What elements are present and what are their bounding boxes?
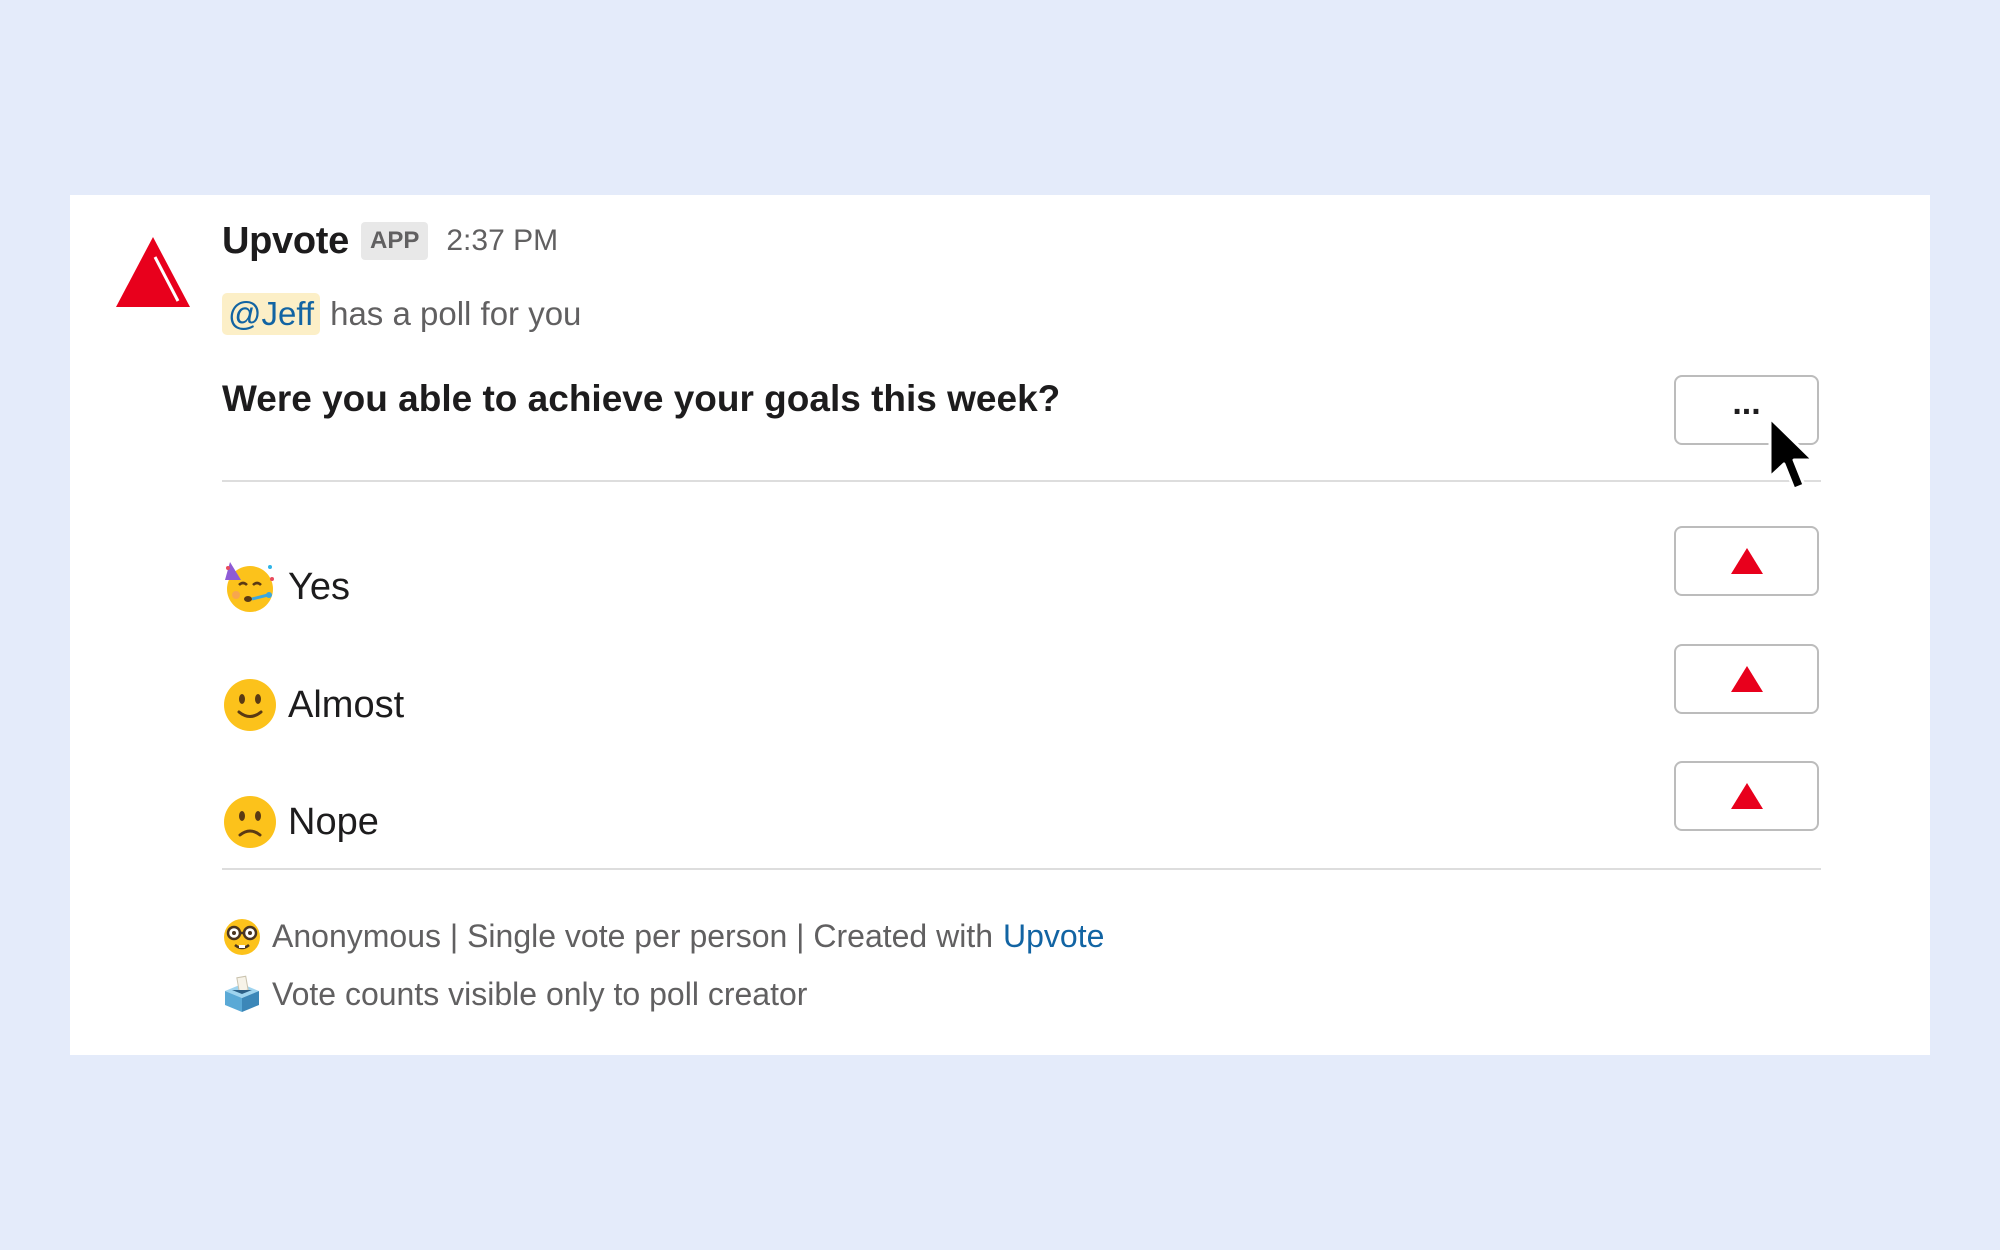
upvote-triangle-icon: [1730, 548, 1763, 574]
message-header: Upvote APP 2:37 PM: [222, 215, 558, 267]
user-mention[interactable]: @Jeff: [222, 293, 321, 335]
upvote-logo-icon[interactable]: [115, 235, 191, 311]
upvote-triangle-icon: [1730, 783, 1763, 809]
slightly-frowning-face-icon: [224, 796, 276, 848]
upvote-link[interactable]: Upvote: [1003, 918, 1104, 955]
poll-settings-line: Anonymous | Single vote per person | Cre…: [222, 914, 1104, 958]
timestamp[interactable]: 2:37 PM: [446, 224, 558, 258]
upvote-triangle-icon: [1730, 666, 1763, 692]
mouse-cursor-icon: [1768, 416, 1815, 491]
message-card: Upvote APP 2:37 PM @Jeff has a poll for …: [70, 195, 1930, 1055]
ellipsis-icon: ...: [1732, 384, 1761, 422]
app-name[interactable]: Upvote: [222, 220, 349, 263]
poll-settings-text: Anonymous | Single vote per person | Cre…: [272, 917, 994, 954]
poll-option-label: Yes: [288, 565, 350, 608]
divider-bottom: [222, 868, 1821, 870]
poll-option-almost: Almost: [222, 675, 404, 735]
poll-question: Were you able to achieve your goals this…: [222, 378, 1061, 419]
nerd-face-icon: [224, 919, 260, 955]
ballot-box-icon: [225, 975, 259, 1012]
poll-option-label: Almost: [288, 683, 405, 726]
partying-face-icon: [225, 562, 274, 612]
poll-option-label: Nope: [288, 800, 379, 843]
poll-option-nope: Nope: [222, 792, 379, 852]
divider-top: [222, 480, 1821, 482]
upvote-button-almost[interactable]: [1674, 644, 1819, 714]
visibility-line: Vote counts visible only to poll creator: [222, 972, 807, 1016]
intro-text: has a poll for you: [330, 295, 582, 332]
app-badge: APP: [361, 222, 429, 260]
poll-option-yes: Yes: [222, 557, 350, 617]
visibility-text: Vote counts visible only to poll creator: [272, 975, 808, 1012]
upvote-button-yes[interactable]: [1674, 526, 1819, 596]
slightly-smiling-face-icon: [224, 679, 276, 731]
upvote-button-nope[interactable]: [1674, 761, 1819, 831]
intro-line: @Jeff has a poll for you: [222, 293, 581, 335]
